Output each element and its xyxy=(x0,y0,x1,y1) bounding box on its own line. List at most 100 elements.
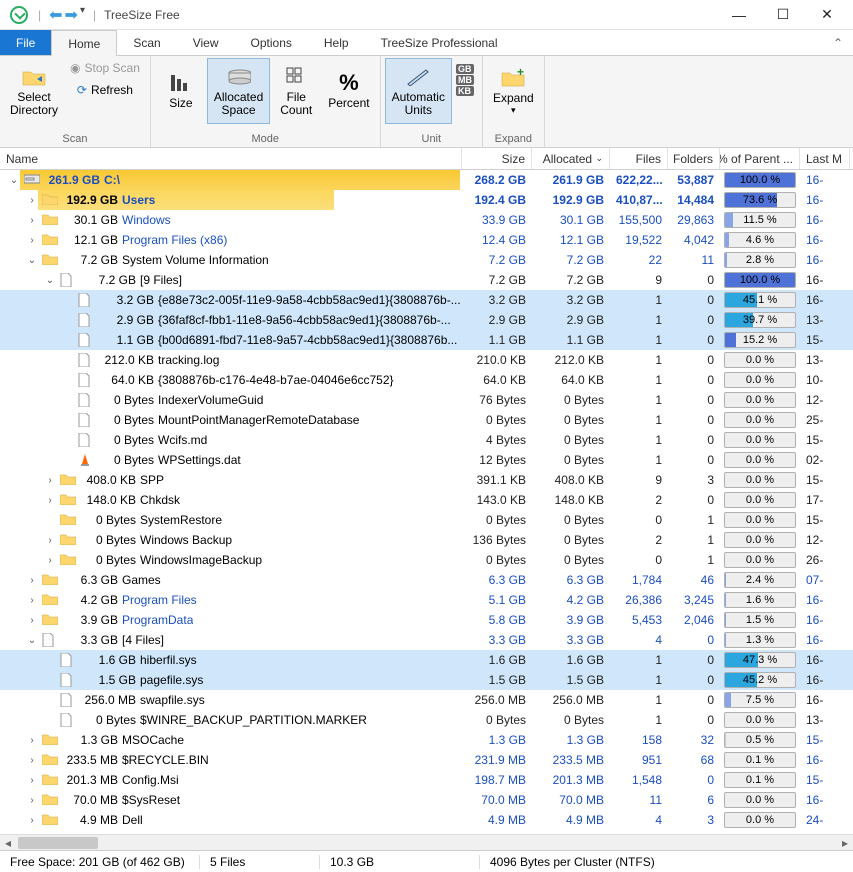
tree-row[interactable]: ›408.0 KBSPP391.1 KB408.0 KB930.0 %15- xyxy=(0,470,853,490)
header-size[interactable]: Size xyxy=(462,148,532,169)
tree-row[interactable]: ›3.9 GBProgramData5.8 GB3.9 GB5,4532,046… xyxy=(0,610,853,630)
expander-icon[interactable]: › xyxy=(26,215,38,226)
tree-row[interactable]: ›30.1 GBWindows33.9 GB30.1 GB155,50029,8… xyxy=(0,210,853,230)
mode-allocated-button[interactable]: Allocated Space xyxy=(207,58,270,124)
tab-pro[interactable]: TreeSize Professional xyxy=(365,30,514,55)
expander-icon[interactable]: › xyxy=(44,555,56,566)
tree-view[interactable]: ⌄261.9 GBC:\268.2 GB261.9 GB622,22...53,… xyxy=(0,170,853,834)
tab-options[interactable]: Options xyxy=(235,30,308,55)
tree-row[interactable]: ›192.9 GBUsers192.4 GB192.9 GB410,87...1… xyxy=(0,190,853,210)
tree-row[interactable]: 0 Bytes$WINRE_BACKUP_PARTITION.MARKER0 B… xyxy=(0,710,853,730)
unit-kb-button[interactable]: KB xyxy=(456,86,474,96)
cell-lastmod: 15- xyxy=(800,433,850,447)
expander-icon[interactable]: › xyxy=(26,775,38,786)
tree-row[interactable]: 0 BytesWPSettings.dat12 Bytes0 Bytes100.… xyxy=(0,450,853,470)
maximize-button[interactable]: ☐ xyxy=(761,1,805,29)
expander-icon[interactable]: ⌄ xyxy=(26,255,38,266)
expand-button[interactable]: +Expand▾ xyxy=(487,58,540,124)
tree-row[interactable]: 1.1 GB{b00d6891-fbd7-11e8-9a57-4cbb58ac9… xyxy=(0,330,853,350)
select-directory-button[interactable]: Select Directory xyxy=(4,58,64,124)
scroll-left-icon[interactable]: ◂ xyxy=(0,836,16,850)
tab-home[interactable]: Home xyxy=(51,30,117,56)
tree-row[interactable]: ›233.5 MB$RECYCLE.BIN231.9 MB233.5 MB951… xyxy=(0,750,853,770)
cell-lastmod: 16- xyxy=(800,693,850,707)
horizontal-scrollbar[interactable]: ◂ ▸ xyxy=(0,834,853,850)
tree-row[interactable]: ⌄7.2 GBSystem Volume Information7.2 GB7.… xyxy=(0,250,853,270)
expander-icon[interactable]: › xyxy=(26,735,38,746)
tree-row[interactable]: ›0 BytesWindowsImageBackup0 Bytes0 Bytes… xyxy=(0,550,853,570)
tree-row[interactable]: ›1.3 GBMSOCache1.3 GB1.3 GB158320.5 %15- xyxy=(0,730,853,750)
folder-icon xyxy=(42,253,58,267)
tree-row[interactable]: ⌄3.3 GB[4 Files]3.3 GB3.3 GB401.3 %16- xyxy=(0,630,853,650)
expander-icon[interactable]: › xyxy=(26,195,38,206)
header-lastmod[interactable]: Last M xyxy=(800,148,850,169)
tab-help[interactable]: Help xyxy=(308,30,365,55)
tree-row[interactable]: 64.0 KB{3808876b-c176-4e48-b7ae-04046e6c… xyxy=(0,370,853,390)
scroll-right-icon[interactable]: ▸ xyxy=(837,836,853,850)
scrollbar-thumb[interactable] xyxy=(18,837,98,849)
header-allocated[interactable]: Allocated ⌄ xyxy=(532,148,610,169)
grid-icon xyxy=(284,65,308,89)
tree-row[interactable]: 1.5 GBpagefile.sys1.5 GB1.5 GB1045.2 %16… xyxy=(0,670,853,690)
file-icon xyxy=(78,313,94,327)
tree-row[interactable]: ›4.2 GBProgram Files5.1 GB4.2 GB26,3863,… xyxy=(0,590,853,610)
expander-icon[interactable]: ⌄ xyxy=(8,175,20,186)
tree-row[interactable]: 0 BytesWcifs.md4 Bytes0 Bytes100.0 %15- xyxy=(0,430,853,450)
expander-icon[interactable]: › xyxy=(26,795,38,806)
header-name[interactable]: Name xyxy=(0,148,462,169)
item-name: WPSettings.dat xyxy=(158,453,241,467)
tab-file[interactable]: File xyxy=(0,30,51,55)
tree-row[interactable]: ›6.3 GBGames6.3 GB6.3 GB1,784462.4 %07- xyxy=(0,570,853,590)
expander-icon[interactable]: › xyxy=(44,475,56,486)
expander-icon[interactable]: › xyxy=(26,815,38,826)
tree-row[interactable]: ⌄7.2 GB[9 Files]7.2 GB7.2 GB90100.0 %16- xyxy=(0,270,853,290)
tab-scan[interactable]: Scan xyxy=(117,30,176,55)
tree-row[interactable]: 0 BytesIndexerVolumeGuid76 Bytes0 Bytes1… xyxy=(0,390,853,410)
expander-icon[interactable]: › xyxy=(26,755,38,766)
expander-icon[interactable]: › xyxy=(26,575,38,586)
mode-size-button[interactable]: Size xyxy=(155,58,207,124)
tree-row[interactable]: 2.9 GB{36faf8cf-fbb1-11e8-9a56-4cbb58ac9… xyxy=(0,310,853,330)
stop-scan-button[interactable]: ◉Stop Scan xyxy=(64,58,146,80)
tree-row[interactable]: ›201.3 MBConfig.Msi198.7 MB201.3 MB1,548… xyxy=(0,770,853,790)
tree-row[interactable]: 256.0 MBswapfile.sys256.0 MB256.0 MB107.… xyxy=(0,690,853,710)
header-percent[interactable]: % of Parent ... xyxy=(720,148,800,169)
header-files[interactable]: Files xyxy=(610,148,668,169)
back-icon[interactable]: ⬅ xyxy=(49,5,62,25)
mode-filecount-button[interactable]: File Count xyxy=(270,58,322,124)
tree-row[interactable]: 0 BytesMountPointManagerRemoteDatabase0 … xyxy=(0,410,853,430)
mode-percent-button[interactable]: %Percent xyxy=(322,58,375,124)
tree-row[interactable]: 1.6 GBhiberfil.sys1.6 GB1.6 GB1047.3 %16… xyxy=(0,650,853,670)
expander-icon[interactable]: › xyxy=(26,615,38,626)
refresh-button[interactable]: ⟳Refresh xyxy=(64,80,146,102)
tab-view[interactable]: View xyxy=(177,30,235,55)
tree-row[interactable]: 0 BytesSystemRestore0 Bytes0 Bytes010.0 … xyxy=(0,510,853,530)
tree-row[interactable]: ›148.0 KBChkdsk143.0 KB148.0 KB200.0 %17… xyxy=(0,490,853,510)
unit-auto-button[interactable]: Automatic Units xyxy=(385,58,452,124)
cell-alloc: 3.3 GB xyxy=(532,633,610,647)
tree-row[interactable]: ›12.1 GBProgram Files (x86)12.4 GB12.1 G… xyxy=(0,230,853,250)
tree-row[interactable]: ›0 BytesWindows Backup136 Bytes0 Bytes21… xyxy=(0,530,853,550)
tree-row[interactable]: 212.0 KBtracking.log210.0 KB212.0 KB100.… xyxy=(0,350,853,370)
tree-row[interactable]: ›70.0 MB$SysReset70.0 MB70.0 MB1160.0 %1… xyxy=(0,790,853,810)
expander-icon[interactable]: ⌄ xyxy=(44,275,56,286)
expander-icon[interactable]: › xyxy=(44,495,56,506)
expander-icon[interactable]: › xyxy=(44,535,56,546)
tree-row[interactable]: ›4.9 MBDell4.9 MB4.9 MB430.0 %24- xyxy=(0,810,853,830)
expander-icon[interactable]: › xyxy=(26,595,38,606)
item-name: $RECYCLE.BIN xyxy=(122,753,209,767)
minimize-button[interactable]: ― xyxy=(717,1,761,29)
header-folders[interactable]: Folders xyxy=(668,148,720,169)
unit-gb-button[interactable]: GB xyxy=(456,64,474,74)
unit-mb-button[interactable]: MB xyxy=(456,75,474,85)
dropdown-icon[interactable]: ▾ xyxy=(80,5,85,25)
forward-icon[interactable]: ➡ xyxy=(65,5,78,25)
item-name: tracking.log xyxy=(158,353,219,367)
expander-icon[interactable]: ⌄ xyxy=(26,635,38,646)
collapse-ribbon-icon[interactable]: ⌃ xyxy=(823,30,853,55)
tree-row[interactable]: 3.2 GB{e88e73c2-005f-11e9-9a58-4cbb58ac9… xyxy=(0,290,853,310)
expander-icon[interactable]: › xyxy=(26,235,38,246)
item-name: Program Files (x86) xyxy=(122,233,227,247)
close-button[interactable]: ✕ xyxy=(805,1,849,29)
tree-row[interactable]: ⌄261.9 GBC:\268.2 GB261.9 GB622,22...53,… xyxy=(0,170,853,190)
